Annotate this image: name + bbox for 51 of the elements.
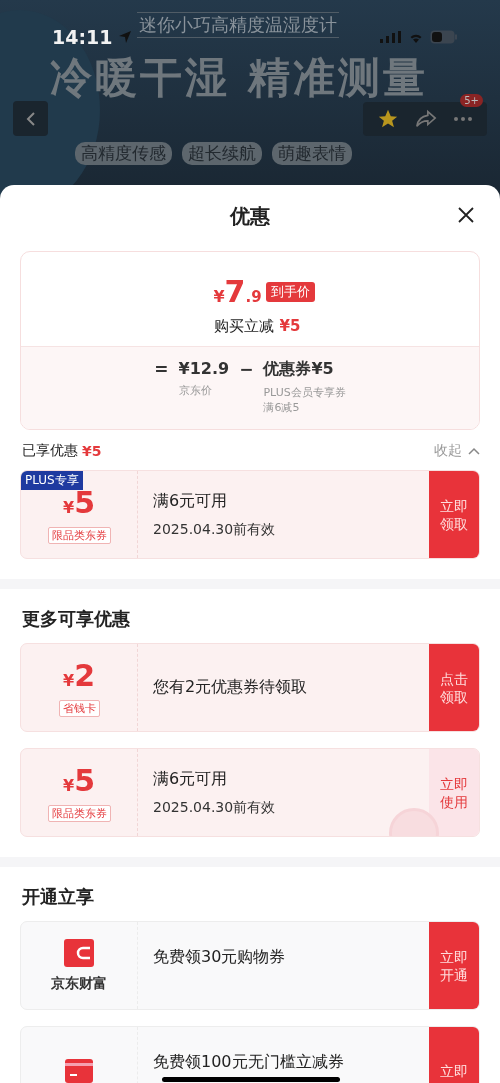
applied-label: 已享优惠 bbox=[22, 442, 78, 460]
feature-tag: 萌趣表情 bbox=[272, 142, 352, 165]
wallet-icon bbox=[64, 938, 94, 967]
formula-note: 京东价 bbox=[178, 383, 213, 398]
banner-subtitle: 迷你小巧高精度温湿度计 bbox=[137, 12, 339, 38]
discount-amount: ¥5 bbox=[279, 317, 301, 336]
coupon-condition: 满6元可用 bbox=[153, 768, 229, 790]
feature-tag: 超长续航 bbox=[182, 142, 262, 165]
coupon-amount: ¥2 bbox=[63, 658, 95, 695]
coupon-action-button[interactable]: 立即开通 bbox=[429, 922, 479, 1009]
sheet-title: 优惠 bbox=[230, 202, 270, 230]
coupon-action-button[interactable]: 立即领取 bbox=[429, 471, 479, 558]
coupon-type-tag: 限品类东券 bbox=[47, 804, 111, 822]
feature-tag: 高精度传感 bbox=[75, 142, 172, 165]
section-title: 开通立享 bbox=[22, 885, 95, 909]
battery-icon bbox=[430, 30, 458, 44]
section-title: 更多可享优惠 bbox=[22, 607, 131, 631]
coupon-condition: 免费领30元购物券 bbox=[153, 947, 287, 968]
collapse-toggle[interactable]: 收起 bbox=[434, 442, 480, 460]
back-button[interactable] bbox=[13, 101, 48, 136]
coupon-condition: 满6元可用 bbox=[153, 490, 229, 512]
coupon-validity: 2025.04.30前有效 bbox=[153, 798, 277, 817]
coupon-condition: 免费领100元无门槛立减券 bbox=[153, 1052, 345, 1073]
back-chevron-icon bbox=[25, 110, 36, 127]
signal-icon bbox=[380, 31, 402, 43]
formula-symbol: = bbox=[154, 359, 169, 381]
price-tag: 到手价 bbox=[265, 281, 315, 302]
formula-note: PLUS会员专享券 bbox=[263, 385, 346, 400]
more-icon[interactable] bbox=[453, 115, 473, 122]
notification-badge: 5+ bbox=[460, 93, 483, 107]
coupon-action-button[interactable]: 立即 bbox=[429, 1027, 479, 1083]
coupon-action-button[interactable]: 点击领取 bbox=[429, 644, 479, 731]
applied-amount: ¥5 bbox=[82, 443, 102, 459]
location-arrow-icon bbox=[118, 30, 133, 44]
coupon-type-tag: 省钱卡 bbox=[58, 699, 100, 717]
formula-value: 优惠券¥5 bbox=[263, 359, 335, 380]
formula-value: ¥12.9 bbox=[178, 359, 230, 378]
discount-label: 购买立减 bbox=[213, 317, 274, 336]
coupon-type-tag: 限品类东券 bbox=[47, 526, 111, 544]
formula-symbol: − bbox=[239, 359, 254, 381]
share-icon[interactable] bbox=[415, 108, 437, 129]
formula-note: 满6减5 bbox=[263, 400, 301, 415]
coupon-amount: ¥5 bbox=[63, 763, 95, 800]
plus-badge: PLUS专享 bbox=[21, 471, 83, 490]
coupon-action-button[interactable]: 立即使用 bbox=[429, 749, 479, 836]
banner-headline: 冷暖干湿 精准测量 bbox=[50, 52, 428, 104]
final-price: ¥7.9 bbox=[213, 274, 262, 309]
coupon-validity: 2025.04.30前有效 bbox=[153, 520, 277, 539]
coupon-condition: 您有2元优惠券待领取 bbox=[153, 677, 309, 698]
status-time: 14:11 bbox=[52, 26, 113, 48]
service-name: 京东财富 bbox=[51, 974, 107, 993]
